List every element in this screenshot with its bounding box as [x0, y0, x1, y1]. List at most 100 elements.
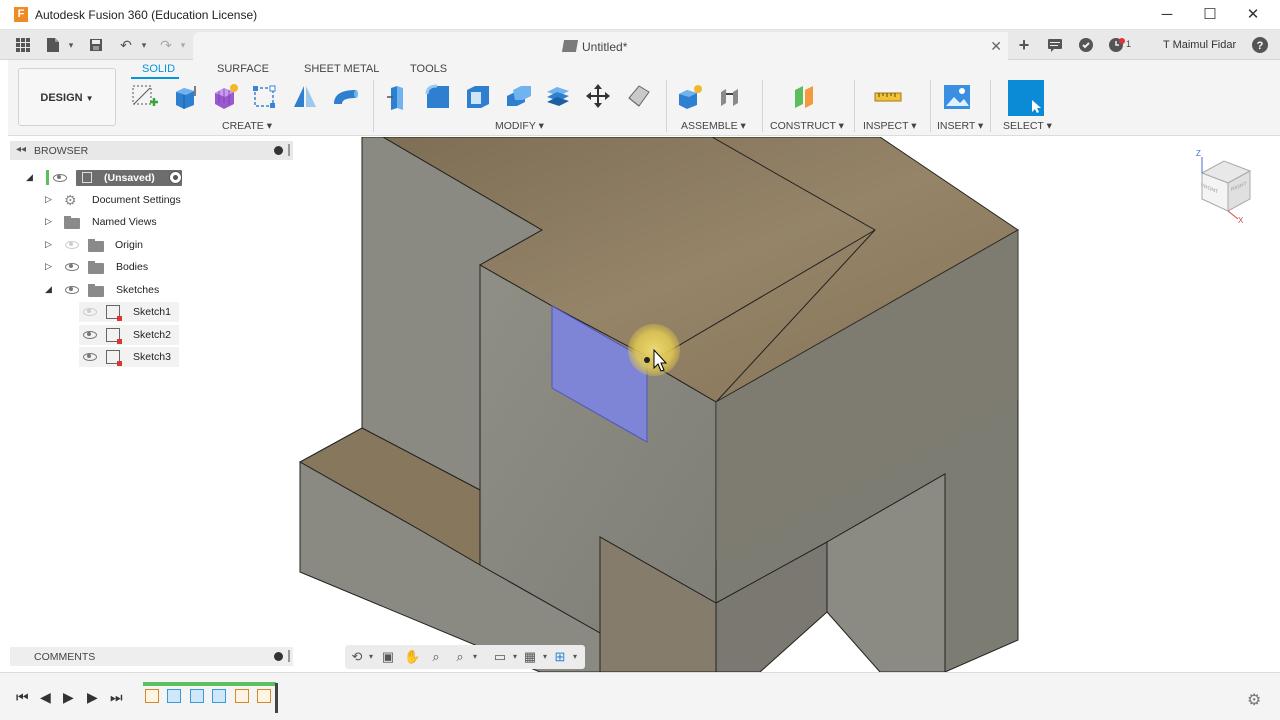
- orbit-chevron-icon[interactable]: ▾: [363, 649, 379, 665]
- close-tab-icon[interactable]: ✕: [990, 38, 1002, 55]
- workspace-switcher[interactable]: DESIGN ▼: [18, 68, 116, 126]
- minimize-button[interactable]: ─: [1152, 3, 1182, 27]
- go-to-start-icon[interactable]: ⏮: [16, 689, 29, 706]
- play-icon[interactable]: ▶: [63, 689, 74, 706]
- look-at-icon[interactable]: ▣: [380, 649, 396, 665]
- display-settings-icon[interactable]: ▭: [492, 649, 508, 665]
- measure-icon[interactable]: [873, 82, 903, 112]
- create-form-icon[interactable]: [210, 82, 240, 112]
- save-icon[interactable]: [87, 36, 105, 54]
- go-to-end-icon[interactable]: ⏭: [110, 689, 123, 706]
- viewports-chevron-icon[interactable]: ▾: [567, 649, 583, 665]
- timeline-sketch-feature[interactable]: [257, 689, 271, 703]
- pan-hand-icon[interactable]: ✋: [404, 649, 420, 665]
- tab-solid[interactable]: SOLID: [142, 63, 175, 75]
- zoom-icon[interactable]: ⌕: [428, 649, 444, 665]
- construct-group-label[interactable]: CONSTRUCT ▾: [770, 120, 844, 132]
- fillet-icon[interactable]: [423, 82, 453, 112]
- 3d-viewport-canvas[interactable]: Z X FRONT RIGHT: [296, 137, 1280, 672]
- comments-panel-header[interactable]: COMMENTS: [10, 647, 293, 666]
- create-sketch-icon[interactable]: [130, 82, 160, 112]
- shell-icon[interactable]: [463, 82, 493, 112]
- redo-icon[interactable]: ↷: [157, 36, 175, 54]
- zoom-window-icon[interactable]: ⌕: [452, 649, 468, 665]
- undo-chevron-icon[interactable]: ▾: [135, 36, 153, 54]
- display-chevron-icon[interactable]: ▾: [507, 649, 523, 665]
- visibility-eye-icon[interactable]: [83, 353, 97, 361]
- offset-plane-icon[interactable]: [789, 82, 819, 112]
- view-cube-icon[interactable]: [1192, 153, 1262, 229]
- step-back-icon[interactable]: ◀: [40, 689, 51, 706]
- expand-triangle-icon[interactable]: ▷: [45, 261, 55, 271]
- step-forward-icon[interactable]: ▶: [87, 689, 98, 706]
- timeline-settings-gear-icon[interactable]: ⚙: [1247, 690, 1261, 710]
- visibility-eye-icon[interactable]: [83, 308, 97, 316]
- viewports-icon[interactable]: ⊞: [552, 649, 568, 665]
- browser-item-bodies[interactable]: ▷ Bodies: [42, 257, 152, 277]
- move-copy-icon[interactable]: [583, 82, 613, 112]
- notifications-clock-icon[interactable]: [1108, 36, 1126, 54]
- maximize-button[interactable]: ☐: [1195, 3, 1225, 27]
- zoom-chevron-icon[interactable]: ▾: [467, 649, 483, 665]
- insert-group-label[interactable]: INSERT ▾: [937, 120, 983, 132]
- derive-icon[interactable]: [250, 82, 280, 112]
- panel-grip-icon[interactable]: [288, 650, 290, 662]
- pipe-icon[interactable]: [330, 82, 360, 112]
- collapse-panel-icon[interactable]: ◂◂: [16, 144, 26, 155]
- undo-icon[interactable]: ↶: [117, 36, 135, 54]
- file-menu-chevron-icon[interactable]: ▾: [62, 36, 80, 54]
- timeline-marker-handle[interactable]: [275, 683, 278, 713]
- physical-material-icon[interactable]: [623, 82, 653, 112]
- offset-faces-icon[interactable]: [543, 82, 573, 112]
- data-panel-grid-icon[interactable]: [14, 36, 32, 54]
- browser-item-sketch2[interactable]: Sketch2: [79, 325, 179, 345]
- new-tab-plus-icon[interactable]: +: [1015, 36, 1033, 54]
- mirror-icon[interactable]: [290, 82, 320, 112]
- assemble-group-label[interactable]: ASSEMBLE ▾: [681, 120, 746, 132]
- view-cube[interactable]: Z X FRONT RIGHT: [1192, 149, 1262, 229]
- create-group-label[interactable]: CREATE ▾: [222, 120, 272, 132]
- panel-grip-icon[interactable]: [288, 144, 290, 156]
- browser-item-document-settings[interactable]: ▷ ⚙ Document Settings: [42, 190, 187, 210]
- redo-chevron-icon[interactable]: ▾: [174, 36, 192, 54]
- timeline-sketch-feature[interactable]: [145, 689, 159, 703]
- tab-surface[interactable]: SURFACE: [217, 63, 269, 75]
- browser-item-sketches[interactable]: ◢ Sketches: [42, 280, 167, 300]
- tab-tools[interactable]: TOOLS: [410, 63, 447, 75]
- press-pull-icon[interactable]: [383, 82, 413, 112]
- browser-item-sketch3[interactable]: Sketch3: [79, 347, 179, 367]
- expand-triangle-icon[interactable]: ▷: [45, 239, 55, 249]
- add-comment-icon[interactable]: [274, 652, 283, 661]
- timeline-extrude-feature[interactable]: [212, 689, 226, 703]
- document-tab[interactable]: Untitled* ✕: [193, 32, 1008, 60]
- help-icon[interactable]: ?: [1251, 36, 1269, 54]
- visibility-eye-icon[interactable]: [83, 331, 97, 339]
- joint-icon[interactable]: [715, 82, 745, 112]
- timeline-extrude-feature[interactable]: [167, 689, 181, 703]
- browser-item-origin[interactable]: ▷ Origin: [42, 235, 152, 255]
- combine-icon[interactable]: [503, 82, 533, 112]
- browser-item-sketch1[interactable]: Sketch1: [79, 302, 179, 322]
- visibility-eye-icon[interactable]: [53, 174, 67, 182]
- expand-triangle-icon[interactable]: ▷: [45, 194, 55, 204]
- comments-icon[interactable]: [1046, 36, 1064, 54]
- tab-sheet-metal[interactable]: SHEET METAL: [304, 63, 379, 75]
- inspect-group-label[interactable]: INSPECT ▾: [863, 120, 917, 132]
- modify-group-label[interactable]: MODIFY ▾: [495, 120, 544, 132]
- grid-chevron-icon[interactable]: ▾: [537, 649, 553, 665]
- job-status-icon[interactable]: [1077, 36, 1095, 54]
- extrude-icon[interactable]: [170, 82, 200, 112]
- new-component-icon[interactable]: [675, 82, 705, 112]
- close-window-button[interactable]: ✕: [1238, 3, 1268, 27]
- user-account-name[interactable]: T Maimul Fidar: [1163, 39, 1236, 51]
- grid-snaps-icon[interactable]: ▦: [522, 649, 538, 665]
- browser-root-node[interactable]: ◢ (Unsaved): [20, 168, 190, 188]
- select-group-label[interactable]: SELECT ▾: [1003, 120, 1052, 132]
- timeline-sketch-feature[interactable]: [235, 689, 249, 703]
- select-tool-icon[interactable]: [1008, 80, 1044, 116]
- visibility-eye-icon[interactable]: [65, 286, 79, 294]
- browser-item-named-views[interactable]: ▷ Named Views: [42, 212, 172, 232]
- file-menu-icon[interactable]: [44, 36, 62, 54]
- collapse-triangle-icon[interactable]: ◢: [26, 172, 36, 182]
- timeline-extrude-feature[interactable]: [190, 689, 204, 703]
